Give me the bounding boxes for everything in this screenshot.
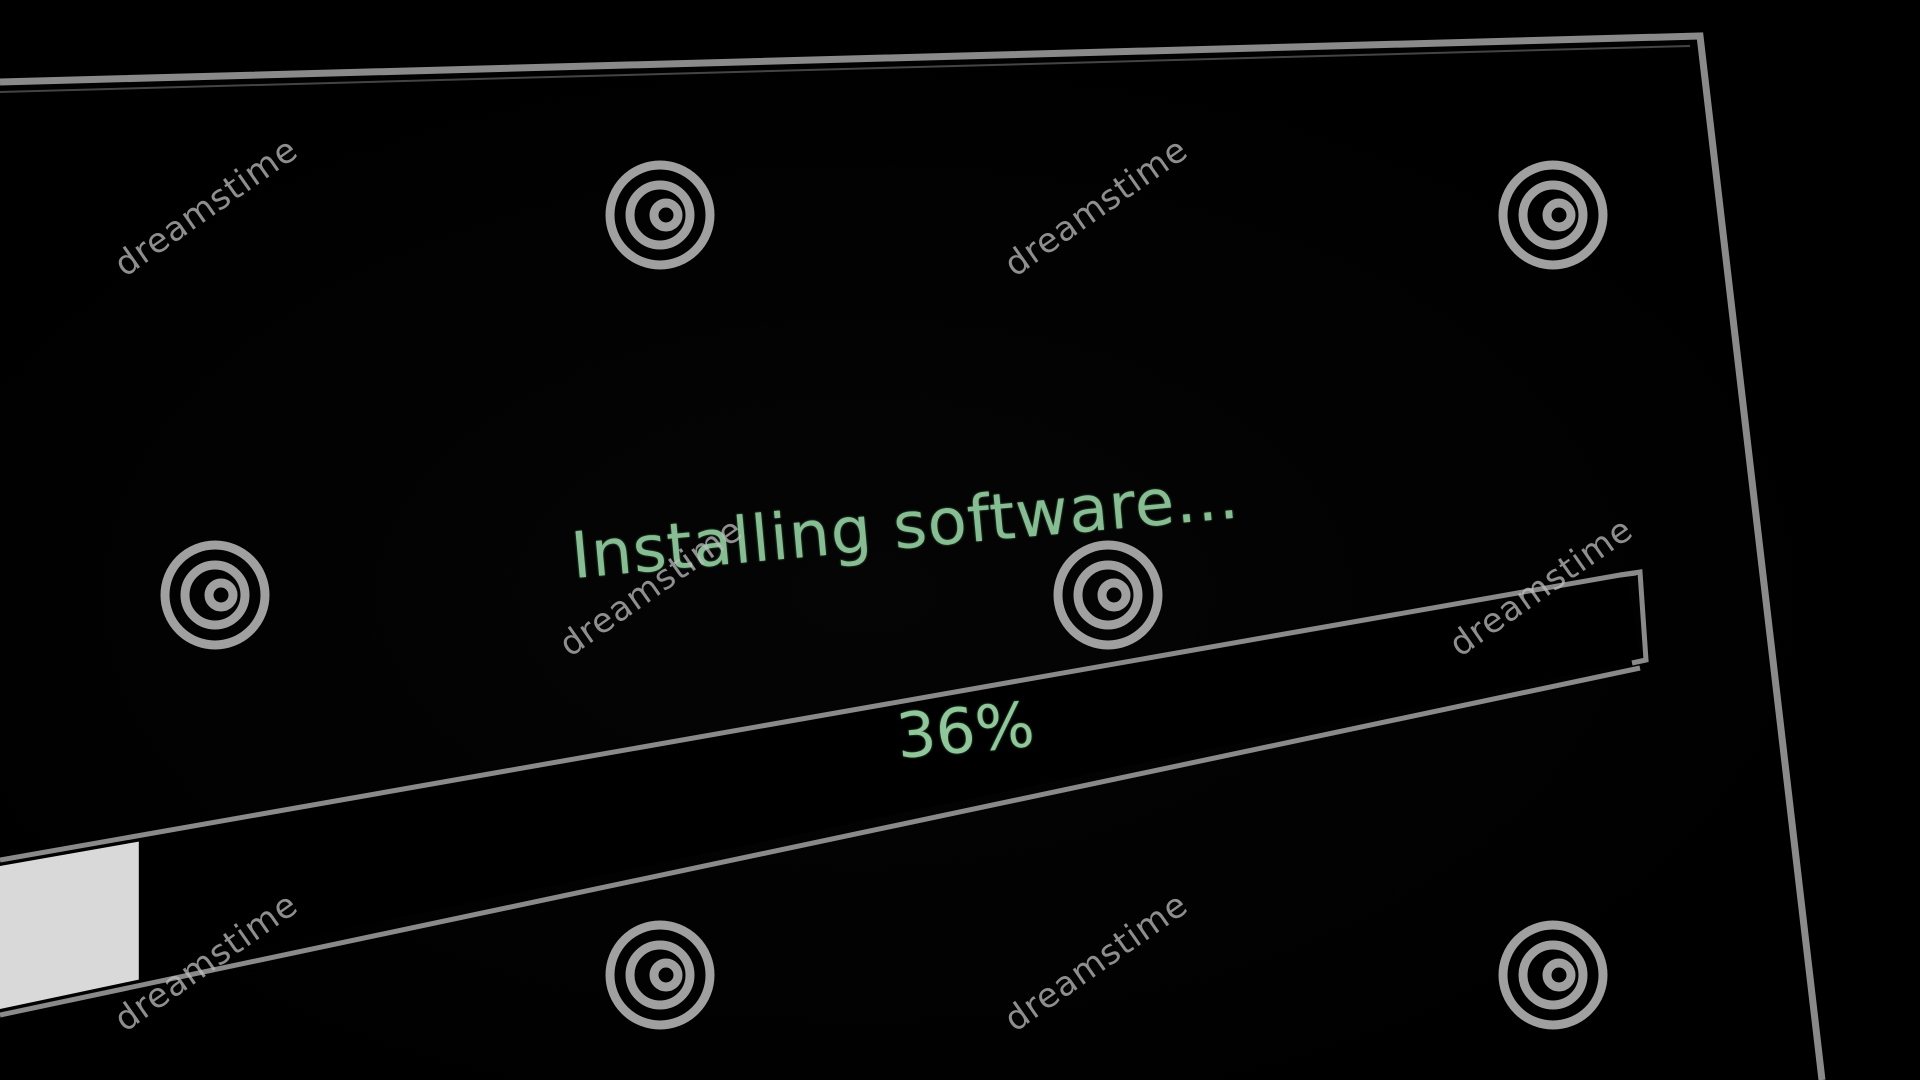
spiral-icon [605,160,715,270]
progress-track [0,578,1640,1000]
spiral-icon [605,920,715,1030]
progress-fill [0,841,139,1009]
spiral-icon [1053,540,1163,650]
spiral-icon [1498,160,1608,270]
spiral-icon [1498,920,1608,1030]
progress-percent-label: 36% [893,687,1038,773]
window-border-inner [0,45,1691,93]
installer-screen: Installing software... 36% dreamstime dr… [0,0,1920,1080]
spiral-icon [160,540,270,650]
